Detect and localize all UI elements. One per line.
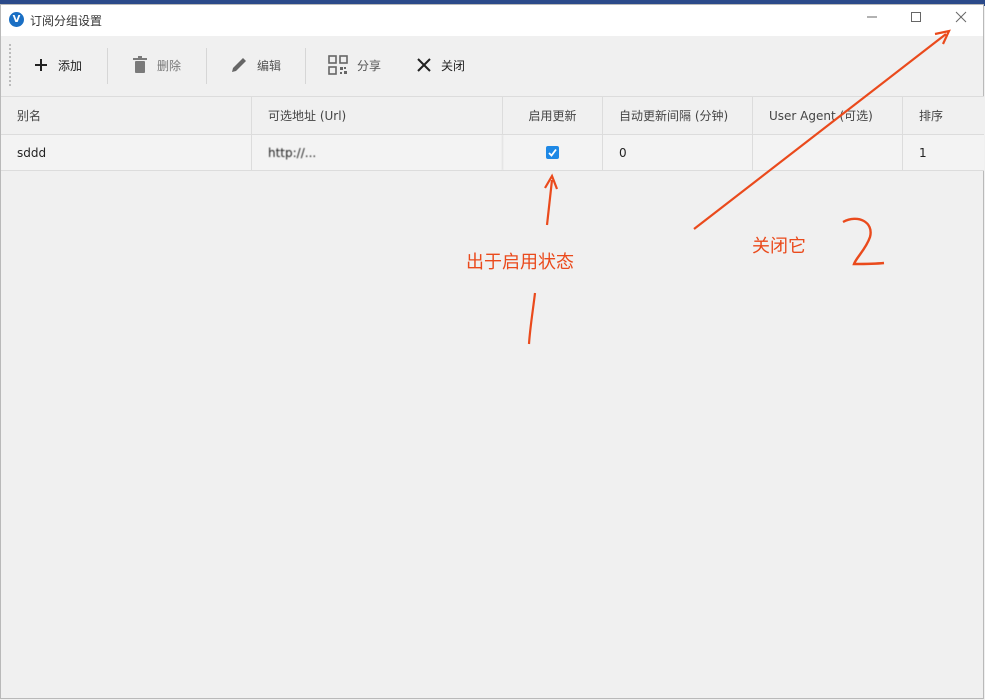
share-label: 分享 — [357, 58, 382, 73]
close-window-button[interactable] — [938, 5, 984, 36]
subscription-table: 别名 可选地址 (Url) 启用更新 自动更新间隔 (分钟) User Agen… — [1, 96, 984, 171]
app-logo-icon: V — [9, 12, 24, 27]
edit-button[interactable]: 编辑 — [230, 48, 281, 82]
trash-icon — [133, 56, 147, 73]
column-header-enabled[interactable]: 启用更新 — [503, 97, 603, 134]
sort-cell[interactable]: 1 — [903, 135, 984, 170]
user-agent-cell[interactable] — [753, 135, 903, 170]
delete-label: 删除 — [157, 58, 182, 73]
close-label: 关闭 — [441, 58, 466, 73]
plus-icon — [35, 59, 47, 71]
settings-window: V 订阅分组设置 添加 删除 编辑 分享 关闭 别名 可选地址 (Url) 启用… — [0, 4, 984, 699]
enabled-cell — [503, 135, 603, 170]
maximize-button[interactable] — [893, 5, 939, 36]
edit-label: 编辑 — [257, 58, 282, 73]
column-header-sort[interactable]: 排序 — [903, 97, 984, 134]
toolbar: 添加 删除 编辑 分享 关闭 — [1, 36, 983, 94]
window-title: 订阅分组设置 — [30, 14, 103, 28]
alias-cell[interactable]: sddd — [1, 135, 252, 170]
share-button[interactable]: 分享 — [328, 48, 381, 82]
minimize-icon — [867, 16, 877, 18]
add-button[interactable]: 添加 — [33, 48, 82, 82]
delete-button[interactable]: 删除 — [132, 48, 181, 82]
url-cell[interactable]: http://... — [252, 135, 503, 170]
toolbar-separator — [206, 48, 207, 84]
toolbar-grip[interactable] — [9, 44, 13, 86]
close-icon — [417, 58, 431, 72]
title-bar[interactable]: V 订阅分组设置 — [1, 5, 983, 36]
checkmark-icon — [548, 148, 557, 157]
interval-cell[interactable]: 0 — [603, 135, 753, 170]
enabled-checkbox[interactable] — [546, 146, 559, 159]
column-header-interval[interactable]: 自动更新间隔 (分钟) — [603, 97, 753, 134]
toolbar-separator — [107, 48, 108, 84]
pencil-icon — [232, 58, 246, 72]
maximize-icon — [911, 12, 921, 22]
table-row[interactable]: sddd http://... 0 1 — [1, 135, 984, 171]
close-button[interactable]: 关闭 — [416, 48, 465, 82]
qr-code-icon — [328, 55, 348, 75]
table-header: 别名 可选地址 (Url) 启用更新 自动更新间隔 (分钟) User Agen… — [1, 97, 984, 135]
close-icon — [955, 11, 967, 23]
toolbar-separator — [305, 48, 306, 84]
annotation-label-enabled: 出于启用状态 — [466, 252, 574, 273]
column-header-alias[interactable]: 别名 — [1, 97, 252, 134]
column-header-user-agent[interactable]: User Agent (可选) — [753, 97, 903, 134]
minimize-button[interactable] — [849, 5, 895, 36]
add-label: 添加 — [58, 58, 83, 73]
column-header-url[interactable]: 可选地址 (Url) — [252, 97, 503, 134]
annotation-label-close: 关闭它 — [752, 236, 806, 257]
